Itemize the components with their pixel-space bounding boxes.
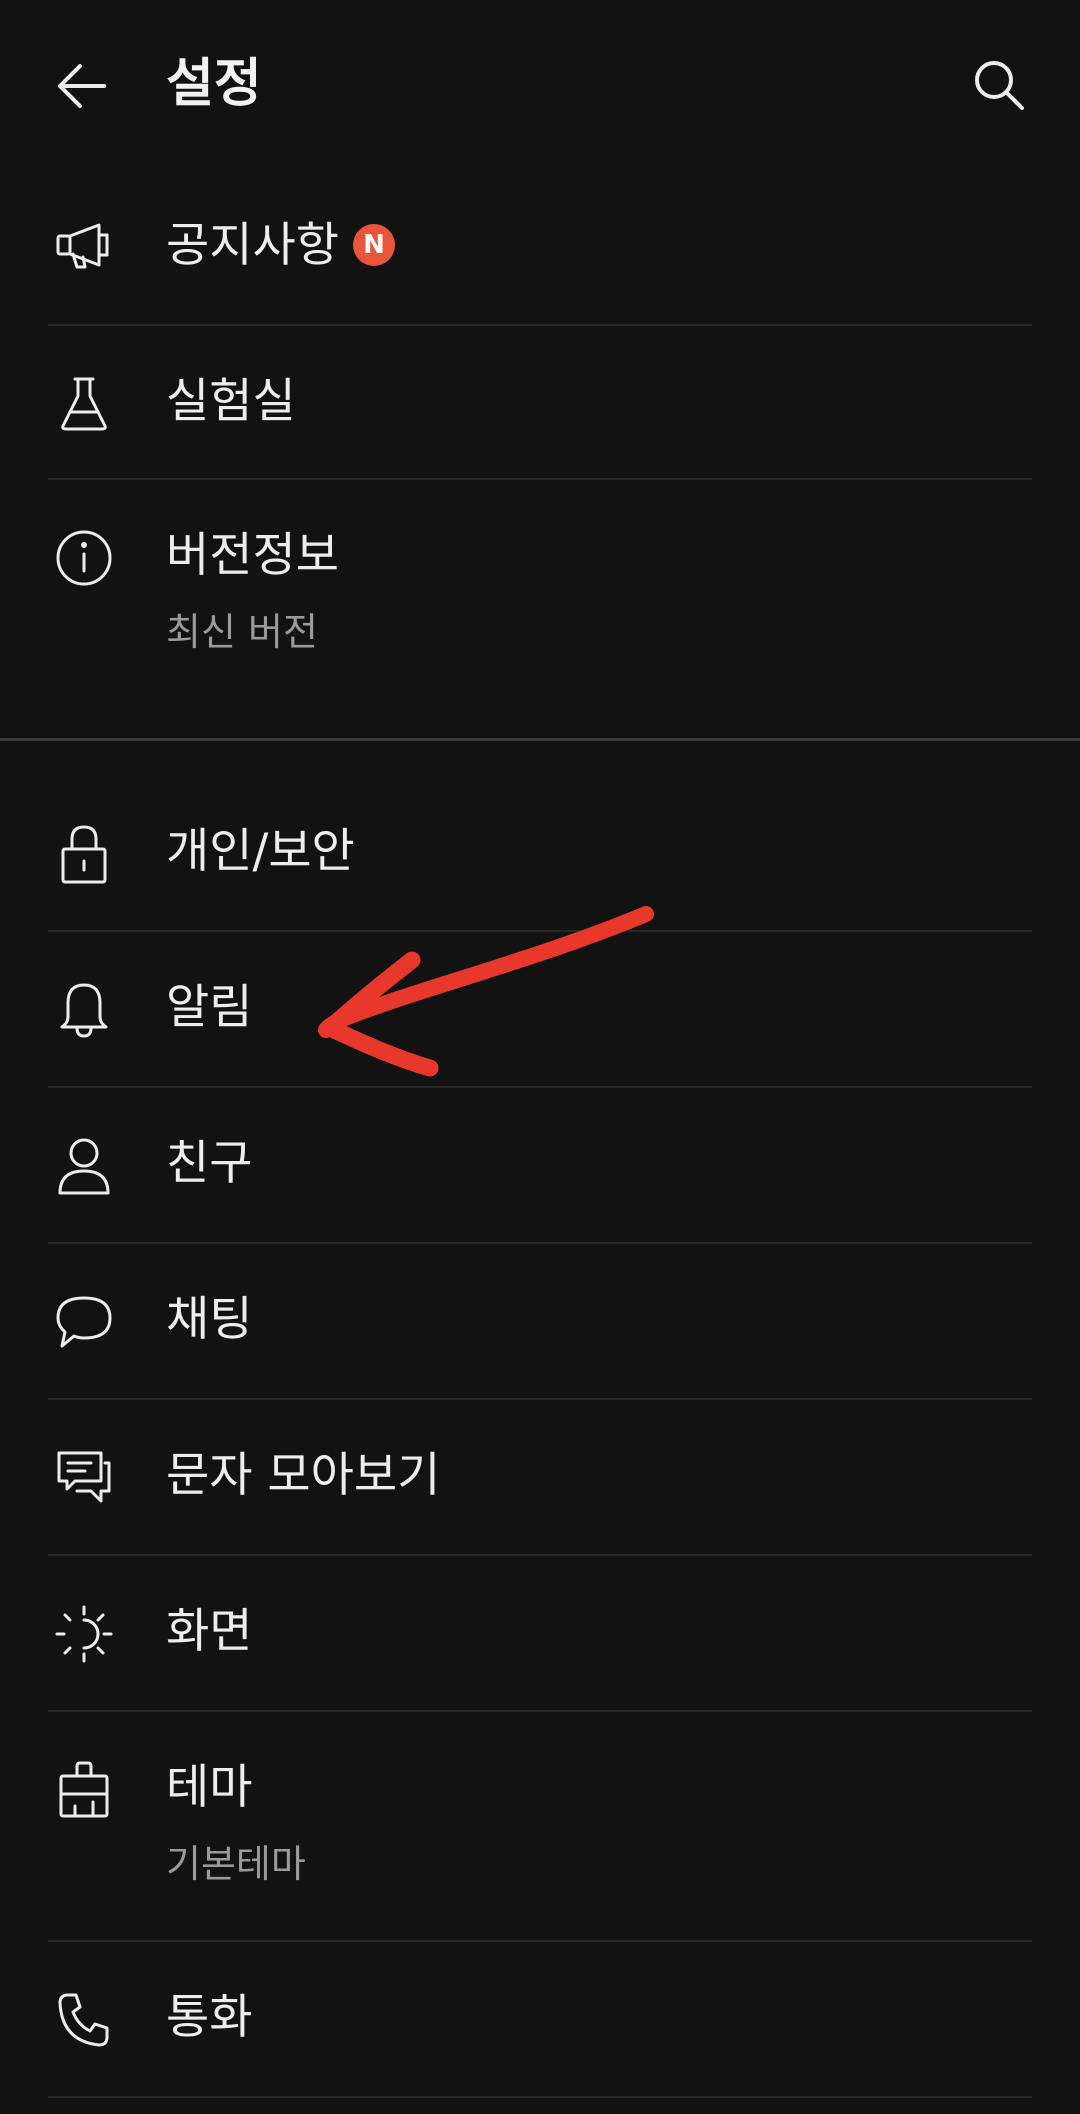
menu-item-label: 실험실 bbox=[166, 374, 296, 429]
menu-item-label: 채팅 bbox=[166, 1292, 253, 1347]
menu-item-display[interactable]: 화면 bbox=[0, 1556, 1080, 1710]
menu-item-label: 알림 bbox=[166, 980, 253, 1035]
megaphone-icon bbox=[52, 214, 116, 278]
app-header: 설정 bbox=[0, 0, 1080, 170]
menu-item-theme[interactable]: 테마 기본테마 bbox=[0, 1712, 1080, 1940]
arrow-left-icon bbox=[56, 63, 108, 109]
menu-item-label: 문자 모아보기 bbox=[166, 1448, 441, 1503]
menu-item-label: 통화 bbox=[166, 1990, 253, 2045]
version-status: 최신 버전 bbox=[166, 610, 318, 654]
theme-brush-icon bbox=[52, 1758, 116, 1822]
menu-item-notifications[interactable]: 알림 bbox=[0, 932, 1080, 1086]
menu-item-call[interactable]: 통화 bbox=[0, 1942, 1080, 2096]
menu-item-notice[interactable]: 공지사항 N bbox=[0, 200, 1080, 324]
menu-item-label: 화면 bbox=[166, 1604, 253, 1659]
section-divider bbox=[0, 738, 1080, 741]
new-badge: N bbox=[352, 223, 395, 266]
menu-item-label: 테마 bbox=[166, 1760, 253, 1815]
menu-item-label: 친구 bbox=[166, 1136, 253, 1191]
menu-item-chat[interactable]: 채팅 bbox=[0, 1244, 1080, 1398]
menu-item-label: 공지사항 bbox=[166, 218, 339, 273]
menu-item-privacy-security[interactable]: 개인/보안 bbox=[0, 780, 1080, 930]
lock-icon bbox=[52, 822, 116, 886]
current-theme: 기본테마 bbox=[166, 1842, 306, 1886]
search-icon bbox=[973, 59, 1025, 111]
back-button[interactable] bbox=[52, 56, 112, 116]
menu-item-message-collect[interactable]: 문자 모아보기 bbox=[0, 1400, 1080, 1554]
page-title: 설정 bbox=[166, 54, 262, 114]
brightness-icon bbox=[52, 1602, 116, 1666]
menu-item-version-info[interactable]: 버전정보 최신 버전 bbox=[0, 480, 1080, 738]
divider bbox=[48, 2096, 1032, 2098]
info-icon bbox=[52, 526, 116, 590]
message-collect-icon bbox=[52, 1446, 116, 1510]
flask-icon bbox=[52, 372, 116, 436]
menu-item-lab[interactable]: 실험실 bbox=[0, 326, 1080, 478]
phone-icon bbox=[52, 1988, 116, 2052]
menu-item-label: 개인/보안 bbox=[166, 824, 355, 879]
search-button[interactable] bbox=[968, 54, 1030, 116]
chat-bubble-icon bbox=[52, 1290, 116, 1354]
menu-item-label: 버전정보 bbox=[166, 528, 339, 583]
menu-item-friends[interactable]: 친구 bbox=[0, 1088, 1080, 1242]
bell-icon bbox=[52, 978, 116, 1042]
person-icon bbox=[52, 1134, 116, 1198]
